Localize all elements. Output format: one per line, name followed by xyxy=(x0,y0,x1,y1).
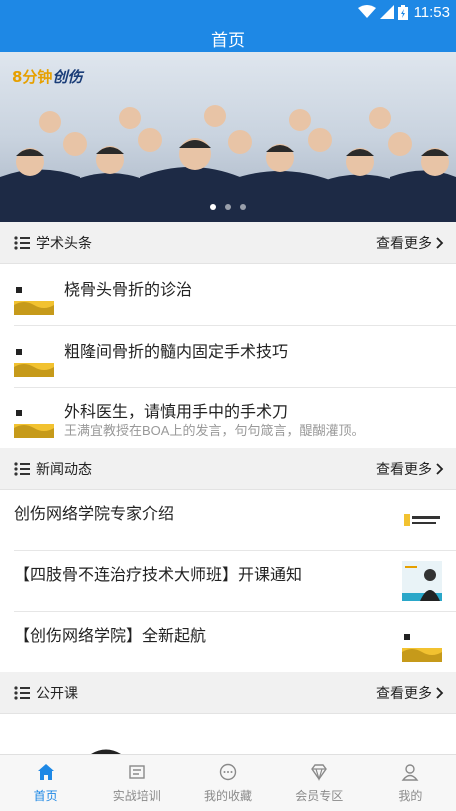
training-icon xyxy=(129,764,145,779)
list-item[interactable]: 桡骨头骨折的诊治 xyxy=(0,264,456,326)
section-title: 公开课 xyxy=(36,684,78,701)
section-open-class-header: 公开课 查看更多 xyxy=(0,672,456,714)
section-academic-header: 学术头条 查看更多 xyxy=(0,222,456,264)
news-title: 【创伤网络学院】全新起航 xyxy=(14,628,207,645)
nav-item-membership[interactable]: 会员专区 xyxy=(274,755,365,811)
article-title: 粗隆间骨折的髓内固定手术技巧 xyxy=(64,344,289,361)
carousel-dot[interactable] xyxy=(210,204,216,210)
news-thumbnail xyxy=(402,500,442,540)
list-icon xyxy=(14,685,30,700)
chevron-right-icon xyxy=(436,462,444,475)
status-time: 11:53 xyxy=(413,3,450,21)
chevron-right-icon xyxy=(436,686,444,699)
nav-label: 我的收藏 xyxy=(204,788,253,803)
view-more-label: 查看更多 xyxy=(376,684,432,701)
view-more-link[interactable]: 查看更多 xyxy=(376,459,444,479)
section-title: 学术头条 xyxy=(36,234,92,251)
news-thumbnail xyxy=(402,622,442,662)
chevron-right-icon xyxy=(436,236,444,249)
nav-item-training[interactable]: 实战培训 xyxy=(91,755,182,811)
section-news-header: 新闻动态 查看更多 xyxy=(0,448,456,490)
article-title: 桡骨头骨折的诊治 xyxy=(64,282,193,299)
news-thumbnail xyxy=(402,561,442,601)
nav-label: 首页 xyxy=(33,788,58,803)
view-more-link[interactable]: 查看更多 xyxy=(376,683,444,703)
news-item[interactable]: 【四肢骨不连治疗技术大师班】开课通知 xyxy=(0,551,456,612)
nav-item-favorites[interactable]: 我的收藏 xyxy=(182,755,273,811)
view-more-link[interactable]: 查看更多 xyxy=(376,233,444,253)
nav-label: 我的 xyxy=(398,788,423,803)
home-icon xyxy=(37,763,54,780)
view-more-label: 查看更多 xyxy=(376,460,432,477)
signal-icon xyxy=(379,5,394,19)
diamond-icon xyxy=(311,763,328,781)
carousel-dot[interactable] xyxy=(225,204,231,210)
carousel-dot[interactable] xyxy=(240,204,246,210)
nav-label: 会员专区 xyxy=(295,788,344,803)
bottom-navigation: 首页 实战培训 我的收藏 会员专区 我的 xyxy=(0,754,456,811)
carousel-dots xyxy=(210,204,246,210)
news-title: 创伤网络学院专家介绍 xyxy=(14,506,175,523)
list-item[interactable]: 外科医生，请慎用手中的手术刀 王满宜教授在BOA上的发言，句句箴言，醍醐灌顶。 xyxy=(0,388,456,448)
news-item[interactable]: 创伤网络学院专家介绍 xyxy=(0,490,456,551)
list-icon xyxy=(14,235,30,250)
open-class-preview[interactable] xyxy=(0,714,456,754)
article-title: 外科医生，请慎用手中的手术刀 xyxy=(64,404,289,421)
app-bar: 首页 xyxy=(0,24,456,52)
nav-item-profile[interactable]: 我的 xyxy=(365,755,456,811)
article-subtitle: 王满宜教授在BOA上的发言，句句箴言，醍醐灌顶。 xyxy=(64,423,365,438)
wifi-icon xyxy=(357,5,376,18)
news-title: 【四肢骨不连治疗技术大师班】开课通知 xyxy=(14,567,303,584)
news-item[interactable]: 【创伤网络学院】全新起航 xyxy=(0,612,456,672)
user-icon xyxy=(401,763,419,781)
banner-carousel[interactable]: 8分钟创伤 xyxy=(0,52,456,222)
list-item[interactable]: 粗隆间骨折的髓内固定手术技巧 xyxy=(0,326,456,388)
status-bar: 11:53 xyxy=(0,0,456,24)
list-icon xyxy=(14,461,30,476)
banner-group-photo xyxy=(0,105,456,222)
status-icons xyxy=(357,4,408,20)
article-thumbnail xyxy=(14,275,54,315)
battery-icon xyxy=(397,4,408,20)
article-thumbnail xyxy=(14,337,54,377)
favorites-icon xyxy=(219,763,237,780)
nav-item-home[interactable]: 首页 xyxy=(0,755,91,811)
page-title: 首页 xyxy=(211,30,245,50)
section-title: 新闻动态 xyxy=(36,460,92,477)
view-more-label: 查看更多 xyxy=(376,234,432,251)
open-class-thumbnail xyxy=(91,749,121,754)
article-thumbnail xyxy=(14,398,54,438)
nav-label: 实战培训 xyxy=(112,788,161,803)
